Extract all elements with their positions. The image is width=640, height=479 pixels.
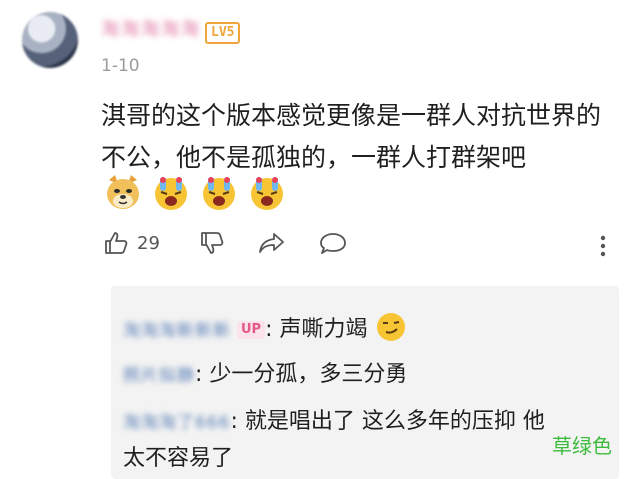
watermark-text: 草绿色 [552, 434, 612, 458]
reply-text: 少一分孤，多三分勇 [209, 362, 408, 387]
replies-panel[interactable]: 淘淘淘新新新 UP: 声嘶力竭 照片拟静: 少一分孤，多三分勇 淘淘淘了666: … [111, 286, 619, 479]
username[interactable]: 淘淘淘淘淘 [101, 14, 201, 42]
share-icon [259, 233, 284, 253]
reply-username[interactable]: 淘淘淘新新新 [123, 316, 231, 346]
dislike-button[interactable] [199, 230, 225, 256]
crying-face-emoji [203, 177, 235, 210]
level-badge: LV5 [205, 22, 241, 44]
like-count: 29 [137, 232, 160, 254]
action-bar: 29 [103, 230, 613, 262]
reply-item[interactable]: 照片拟静: 少一分孤，多三分勇 [123, 360, 407, 391]
username-text: 淘淘淘淘淘 [101, 19, 201, 40]
reply-username[interactable]: 淘淘淘了666 [123, 405, 230, 441]
thumbs-up-icon [105, 232, 128, 254]
smirk-emoji [376, 313, 405, 341]
avatar[interactable] [22, 12, 78, 68]
comment-bubble-icon [320, 233, 346, 254]
reply-item[interactable]: 淘淘淘了666: 就是唱出了 这么多年的压抑 他太不容易了 [123, 404, 563, 477]
comment-date: 1-10 [101, 56, 140, 76]
more-options-button[interactable] [599, 234, 607, 262]
reply-item[interactable]: 淘淘淘新新新 UP: 声嘶力竭 [123, 311, 407, 346]
share-button[interactable] [258, 230, 286, 256]
doge-emoji [107, 175, 139, 209]
comment-text: 淇哥的这个版本感觉更像是一群人对抗世界的不公，他不是孤独的，一群人打群架吧 [101, 101, 602, 172]
vertical-dots-icon [600, 235, 606, 257]
reply-text: 声嘶力竭 [279, 317, 368, 342]
up-badge: UP [237, 321, 266, 339]
like-button[interactable]: 29 [103, 230, 160, 256]
reply-button[interactable] [319, 230, 347, 256]
crying-face-emoji [155, 177, 187, 210]
crying-face-emoji [251, 177, 283, 210]
emoji-row [103, 172, 287, 212]
thumbs-down-icon [201, 232, 224, 254]
reply-username[interactable]: 照片拟静 [123, 361, 195, 391]
